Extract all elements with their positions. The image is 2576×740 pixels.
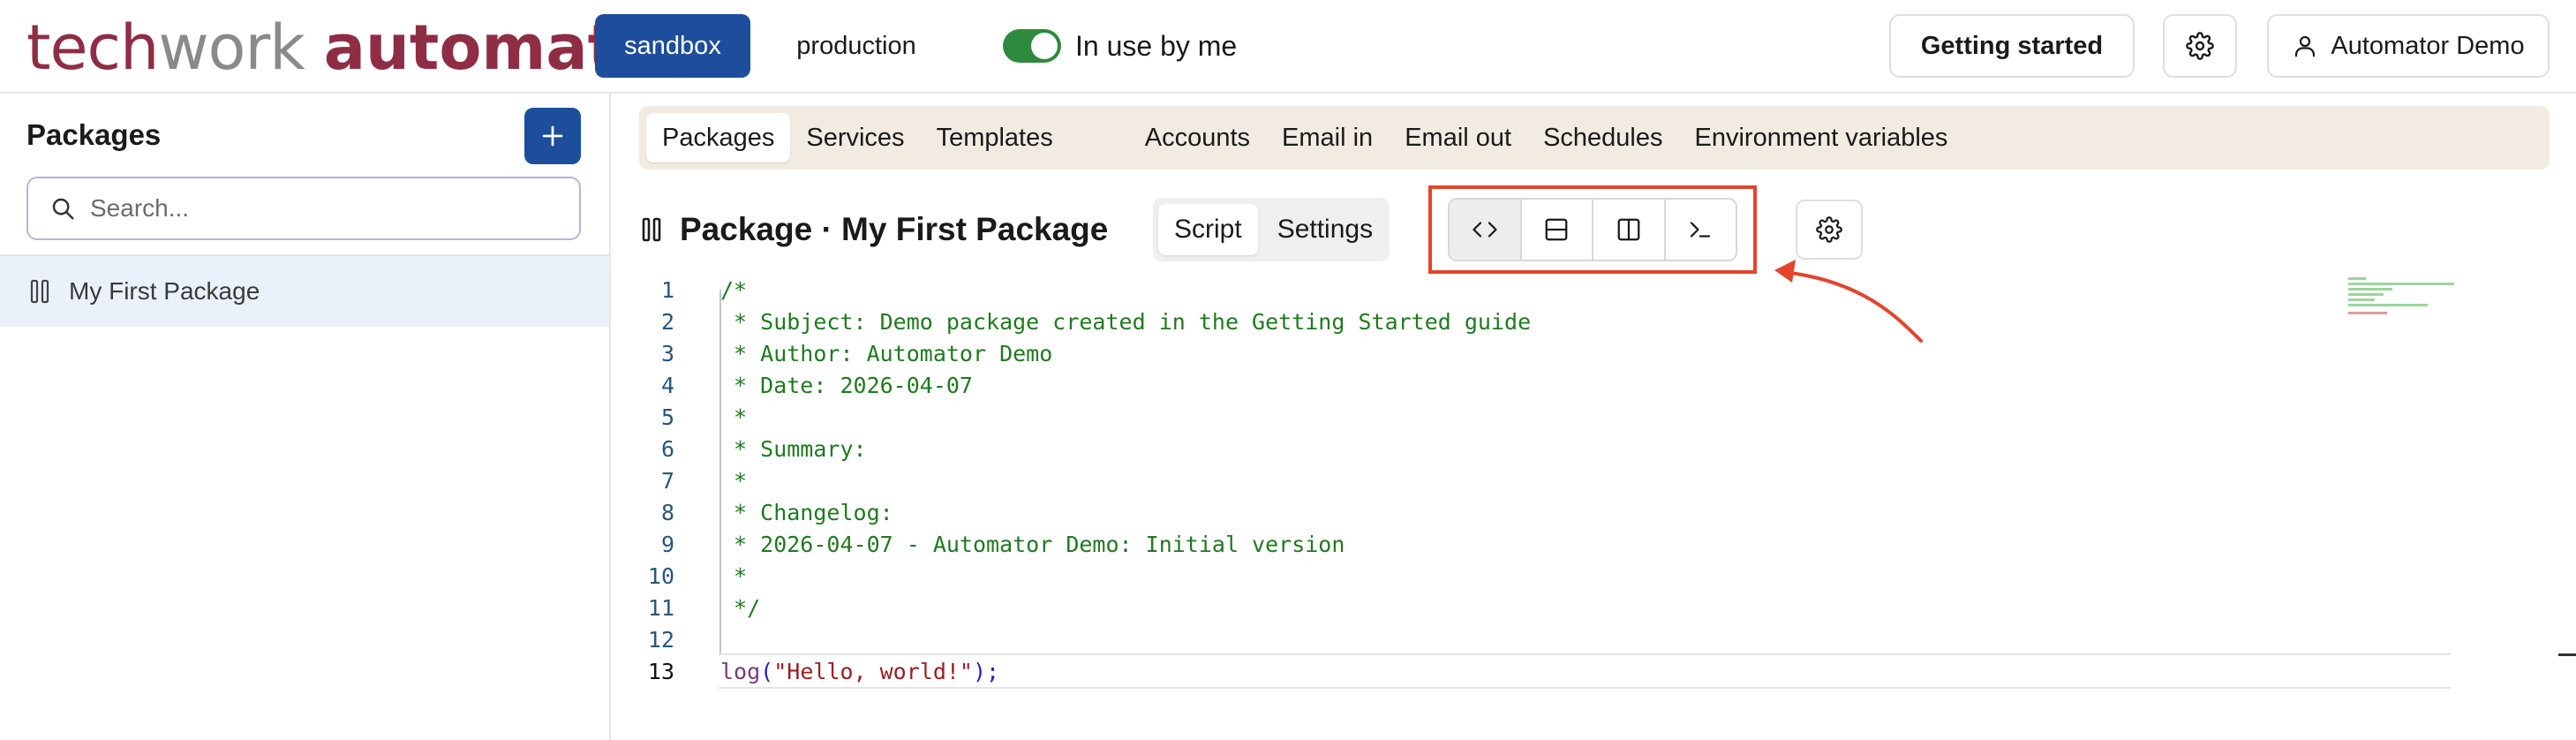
minimap-line — [2348, 304, 2428, 306]
code-line-current: 13 log("Hello, world!"); — [611, 655, 2576, 687]
annotation-highlight-box — [1428, 185, 1757, 274]
code-line: 12 — [611, 623, 2576, 655]
sidebar-item-label: My First Package — [69, 277, 260, 305]
plus-icon — [542, 125, 563, 147]
gear-icon — [1816, 216, 1842, 243]
code-text: log("Hello, world!"); — [720, 659, 999, 684]
package-search — [26, 177, 581, 240]
tab-packages[interactable]: Packages — [646, 113, 791, 162]
search-input[interactable] — [90, 194, 567, 223]
toggle-knob — [1031, 33, 1058, 59]
code-line: 3 * Author: Automator Demo — [611, 337, 2576, 369]
line-number: 3 — [660, 340, 674, 366]
user-menu-button[interactable]: Automator Demo — [2267, 14, 2550, 78]
settings-button[interactable] — [2163, 14, 2237, 78]
logo-part-work: work — [158, 11, 305, 84]
package-header: Package · My First Package — [641, 203, 1108, 256]
code-string: "Hello, world!" — [773, 658, 973, 684]
code-text: /* — [720, 276, 748, 303]
code-paren-close: ); — [973, 658, 1000, 684]
main-tabs: Packages Services Templates Accounts Ema… — [639, 106, 2550, 170]
sidebar-title: Packages — [26, 118, 162, 151]
script-settings-switch: Script Settings — [1153, 198, 1390, 261]
code-text: * Author: Automator Demo — [720, 340, 1053, 366]
code-line: 8 * Changelog: — [611, 496, 2576, 528]
gear-icon — [2186, 32, 2214, 60]
code-text: * Date: 2026-04-07 — [720, 372, 973, 398]
code-line: 9 * 2026-04-07 - Automator Demo: Initial… — [611, 528, 2576, 560]
in-use-label: In use by me — [1075, 29, 1238, 62]
package-icon — [642, 217, 661, 242]
code-function: log — [720, 658, 761, 684]
sandbox-env-button[interactable]: sandbox — [595, 14, 750, 78]
line-number: 1 — [660, 276, 674, 303]
minimap-line — [2348, 293, 2384, 296]
sidebar-item-my-first-package[interactable]: My First Package — [0, 256, 609, 327]
code-text: * Summary: — [720, 435, 867, 462]
logo-part-tech: tech — [26, 11, 159, 84]
code-text: */ — [720, 594, 761, 621]
editor-settings-button[interactable] — [1796, 200, 1863, 260]
code-text: * Subject: Demo package created in the G… — [720, 308, 1532, 335]
line-number: 4 — [660, 372, 674, 398]
search-icon — [52, 198, 74, 220]
line-number: 2 — [660, 308, 674, 335]
minimap-line — [2348, 312, 2387, 314]
code-line: 2 * Subject: Demo package created in the… — [611, 306, 2576, 337]
code-text: * — [720, 563, 748, 589]
line-number: 5 — [660, 404, 674, 430]
code-text: * — [720, 467, 748, 494]
tab-email-out[interactable]: Email out — [1389, 113, 1527, 162]
code-text: * — [720, 404, 748, 430]
line-number: 11 — [647, 594, 674, 621]
tab-services[interactable]: Services — [790, 113, 920, 162]
minimap-line — [2348, 277, 2366, 280]
production-env-button[interactable]: production — [768, 14, 945, 78]
tab-accounts[interactable]: Accounts — [1129, 113, 1266, 162]
in-use-toggle[interactable] — [1003, 29, 1061, 63]
line-number: 6 — [660, 435, 674, 462]
minimap-line — [2348, 283, 2454, 285]
minimap-line — [2348, 288, 2392, 291]
tab-templates[interactable]: Templates — [921, 113, 1069, 162]
code-line: 10 * — [611, 560, 2576, 592]
getting-started-button[interactable]: Getting started — [1889, 14, 2135, 78]
tab-environment-variables[interactable]: Environment variables — [1679, 113, 1964, 162]
add-package-button[interactable] — [524, 108, 581, 164]
settings-tab[interactable]: Settings — [1262, 204, 1389, 255]
line-number: 9 — [660, 531, 674, 557]
page-title: Package · My First Package — [680, 211, 1109, 247]
scrollbar-marker[interactable] — [2558, 653, 2576, 656]
user-name: Automator Demo — [2331, 31, 2525, 60]
tab-email-in[interactable]: Email in — [1266, 113, 1389, 162]
tab-schedules[interactable]: Schedules — [1527, 113, 1678, 162]
code-line: 6 * Summary: — [611, 433, 2576, 464]
code-line: 4 * Date: 2026-04-07 — [611, 369, 2576, 401]
top-bar: techworkautomator. sandbox production In… — [0, 0, 2576, 94]
code-line: 7 * — [611, 464, 2576, 496]
package-icon — [30, 279, 49, 304]
in-use-toggle-group: In use by me — [1003, 23, 1237, 69]
user-icon — [2295, 35, 2316, 57]
line-number: 10 — [647, 563, 674, 589]
line-number: 13 — [647, 658, 674, 684]
code-line: 11 */ — [611, 592, 2576, 623]
line-number: 12 — [647, 626, 674, 653]
code-line: 5 * — [611, 401, 2576, 433]
code-text: * Changelog: — [720, 499, 893, 525]
code-paren-open: ( — [760, 658, 774, 684]
editor-minimap[interactable] — [2348, 277, 2454, 330]
line-number: 7 — [660, 467, 674, 494]
script-tab[interactable]: Script — [1158, 204, 1258, 255]
line-number: 8 — [660, 499, 674, 525]
code-text: * 2026-04-07 - Automator Demo: Initial v… — [720, 531, 1345, 557]
minimap-line — [2348, 298, 2375, 301]
packages-sidebar: Packages My First Package — [0, 94, 611, 740]
code-line: 1 /* — [611, 274, 2576, 306]
code-editor[interactable]: 1 /* 2 * Subject: Demo package created i… — [611, 274, 2576, 740]
